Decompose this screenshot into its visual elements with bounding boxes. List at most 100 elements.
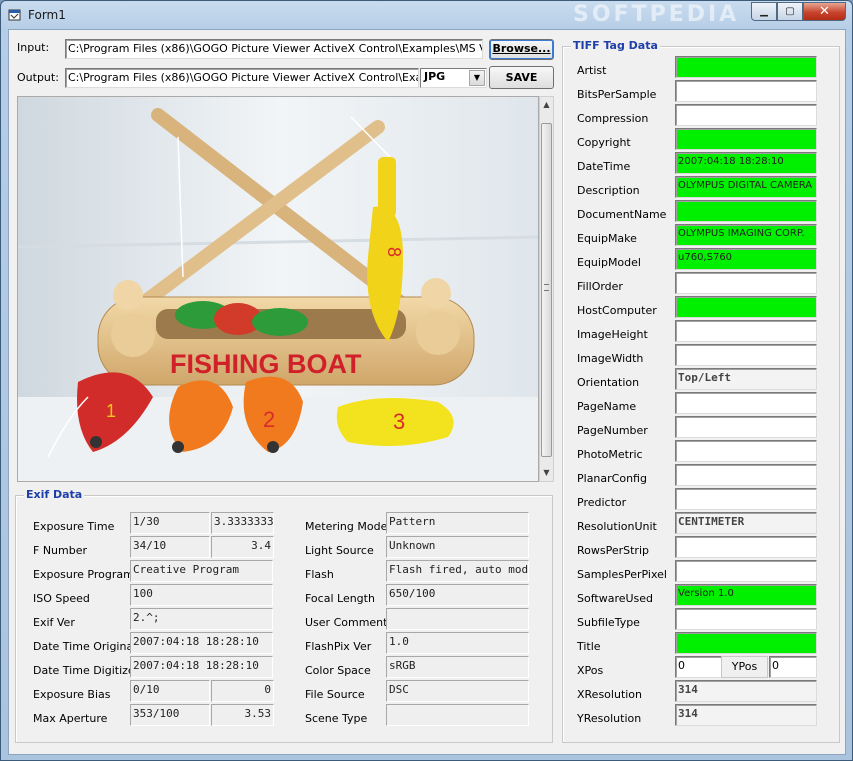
exif-value[interactable]: 2.^; [130,608,273,630]
tiff-value[interactable]: Top/Left [675,368,817,390]
exif-label: Date Time Original [33,640,137,653]
photo-fishing-boat: 8 FISHING BOAT 1 2 3 [18,97,538,481]
scroll-down-icon[interactable]: ▼ [540,465,553,481]
tiff-value[interactable] [675,440,817,462]
title-bar[interactable]: Form1 SOFTPEDIA ▁ ▢ ✕ [1,1,852,29]
picture-scrollbar[interactable]: ▲ ▼ [539,96,554,482]
tiff-label: BitsPerSample [577,88,657,101]
tiff-label: EquipMake [577,232,637,245]
tiff-value[interactable] [675,128,817,150]
tiff-value[interactable]: u760,S760 [675,248,817,270]
exif-value[interactable]: sRGB [386,656,529,678]
chevron-down-icon[interactable]: ▼ [469,70,485,86]
tiff-value[interactable]: Version 1.0 [675,584,817,606]
form-client-area: Input: C:\Program Files (x86)\GOGO Pictu… [8,29,846,755]
exif-value[interactable]: Flash fired, auto mode [386,560,529,582]
tiff-value[interactable] [675,536,817,558]
app-icon [8,9,21,21]
output-path-field[interactable]: C:\Program Files (x86)\GOGO Picture View… [65,68,419,88]
yresolution-field[interactable]: 314 [675,704,817,726]
browse-button[interactable]: Browse... [489,39,554,60]
scroll-up-icon[interactable]: ▲ [540,97,553,113]
tiff-label: Compression [577,112,649,125]
tiff-label: Description [577,184,640,197]
exif-label: Exposure Program [33,568,134,581]
exif-value[interactable]: 650/100 [386,584,529,606]
save-button[interactable]: SAVE [489,66,554,89]
tiff-label: Title [577,640,601,653]
exif-label: Focal Length [305,592,375,605]
exif-label: User Comment [305,616,388,629]
minimize-button[interactable]: ▁ [751,2,777,21]
tiff-label: SubfileType [577,616,640,629]
tiff-value[interactable] [675,632,817,654]
yresolution-label: YResolution [577,712,642,725]
tiff-value[interactable] [675,560,817,582]
tiff-value[interactable] [675,344,817,366]
tiff-value[interactable] [675,320,817,342]
maximize-button[interactable]: ▢ [777,2,803,21]
exif-value[interactable]: 34/10 [130,536,210,558]
tiff-label: SamplesPerPixel [577,568,667,581]
exif-value-secondary[interactable]: 0 [211,680,274,702]
tiff-value[interactable] [675,608,817,630]
exif-label: Flash [305,568,334,581]
picture-viewer[interactable]: 8 FISHING BOAT 1 2 3 [17,96,539,482]
exif-label: Date Time Digitized [33,664,142,677]
exif-label: F Number [33,544,88,557]
close-icon: ✕ [819,4,830,19]
exif-value[interactable]: Unknown [386,536,529,558]
tiff-value[interactable]: OLYMPUS DIGITAL CAMERA [675,176,817,198]
tiff-value[interactable] [675,296,817,318]
exif-label: File Source [305,688,365,701]
app-window: Form1 SOFTPEDIA ▁ ▢ ✕ Input: C:\Program … [0,0,853,761]
tiff-value[interactable] [675,56,817,78]
exif-value-secondary[interactable]: 3.53 [211,704,274,726]
format-select[interactable]: JPG ▼ [420,68,487,88]
tiff-value[interactable] [675,104,817,126]
xpos-field[interactable]: 0 [675,656,722,678]
tiff-label: PageNumber [577,424,648,437]
fish-number-8: 8 [384,247,404,257]
tiff-label: DocumentName [577,208,667,221]
exif-value[interactable]: 2007:04:18 18:28:10 [130,632,273,654]
tiff-value[interactable] [675,80,817,102]
xresolution-field[interactable]: 314 [675,680,817,702]
tiff-value[interactable]: OLYMPUS IMAGING CORP. [675,224,817,246]
tiff-value[interactable] [675,272,817,294]
tiff-label: Orientation [577,376,640,389]
tiff-value[interactable]: 2007:04:18 18:28:10 [675,152,817,174]
xpos-label: XPos [577,664,604,677]
tiff-value[interactable] [675,392,817,414]
exif-value[interactable]: 353/100 [130,704,210,726]
exif-label: ISO Speed [33,592,90,605]
tiff-label: Copyright [577,136,631,149]
exif-value[interactable]: 0/10 [130,680,210,702]
exif-value[interactable]: Pattern [386,512,529,534]
exif-value[interactable]: 1.0 [386,632,529,654]
input-path-field[interactable]: C:\Program Files (x86)\GOGO Picture View… [65,39,483,59]
tiff-value[interactable] [675,464,817,486]
exif-value[interactable]: DSC [386,680,529,702]
exif-value[interactable]: 100 [130,584,273,606]
exif-value[interactable] [386,608,529,630]
exif-value[interactable]: Creative Program [130,560,273,582]
grip-icon [544,284,549,291]
exif-value[interactable] [386,704,529,726]
close-button[interactable]: ✕ [803,2,846,21]
minimize-icon: ▁ [760,6,768,17]
tiff-value[interactable]: CENTIMETER [675,512,817,534]
ypos-field[interactable]: 0 [769,656,817,678]
tiff-label: PhotoMetric [577,448,643,461]
fish-number-1: 1 [106,401,116,421]
exif-value[interactable]: 2007:04:18 18:28:10 [130,656,273,678]
exif-value-secondary[interactable]: 3.4 [211,536,274,558]
scroll-thumb[interactable] [541,123,552,457]
tiff-value[interactable] [675,200,817,222]
tiff-value[interactable] [675,416,817,438]
window-title: Form1 [28,8,66,22]
exif-value[interactable]: 1/30 [130,512,210,534]
exif-value-secondary[interactable]: 3.3333333 [211,512,274,534]
tiff-value[interactable] [675,488,817,510]
exif-label: Light Source [305,544,374,557]
